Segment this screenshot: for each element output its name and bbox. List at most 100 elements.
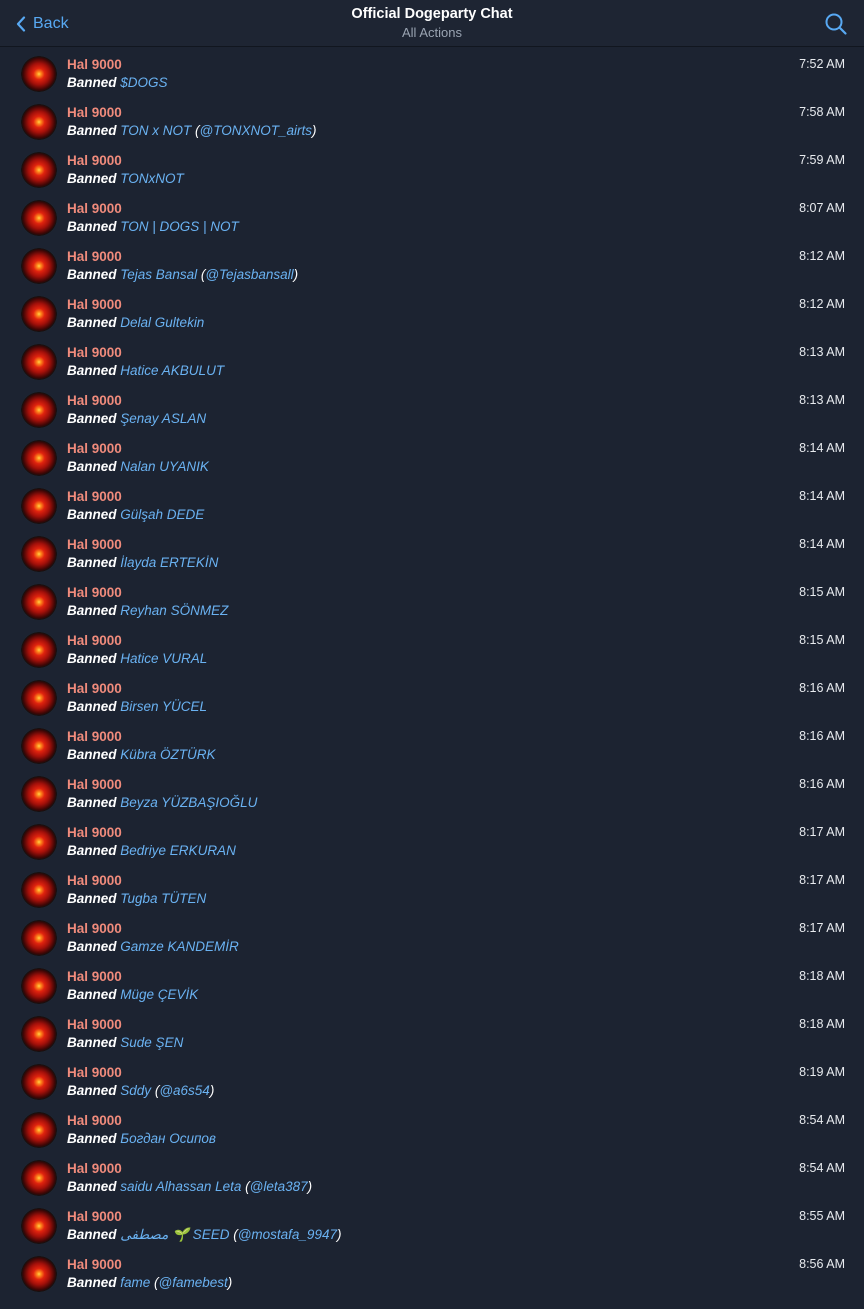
author-name[interactable]: Hal 9000 <box>67 105 122 121</box>
log-entry[interactable]: Hal 9000 Banned Богдан Осипов 8:54 AM <box>0 1104 864 1152</box>
author-name[interactable]: Hal 9000 <box>67 1065 122 1081</box>
log-entry[interactable]: Hal 9000 Banned Beyza YÜZBAŞIOĞLU 8:16 AM <box>0 768 864 816</box>
author-name[interactable]: Hal 9000 <box>67 249 122 265</box>
avatar[interactable] <box>21 824 57 860</box>
author-name[interactable]: Hal 9000 <box>67 297 122 313</box>
author-name[interactable]: Hal 9000 <box>67 441 122 457</box>
avatar[interactable] <box>21 872 57 908</box>
banned-user-link[interactable]: İlayda ERTEKİN <box>120 555 218 570</box>
log-entry[interactable]: Hal 9000 Banned $DOGS 7:52 AM <box>0 48 864 96</box>
username-link[interactable]: @TONXNOT_airts <box>200 123 312 138</box>
avatar[interactable] <box>21 296 57 332</box>
log-entry[interactable]: Hal 9000 Banned Bedriye ERKURAN 8:17 AM <box>0 816 864 864</box>
banned-user-link[interactable]: TONxNOT <box>120 171 184 186</box>
author-name[interactable]: Hal 9000 <box>67 777 122 793</box>
author-name[interactable]: Hal 9000 <box>67 57 122 73</box>
banned-user-link[interactable]: Birsen YÜCEL <box>120 699 207 714</box>
log-entry[interactable]: Hal 9000 Banned Birsen YÜCEL 8:16 AM <box>0 672 864 720</box>
avatar[interactable] <box>21 584 57 620</box>
author-name[interactable]: Hal 9000 <box>67 1017 122 1033</box>
log-entry[interactable]: Hal 9000 Banned Sddy (@a6s54) 8:19 AM <box>0 1056 864 1104</box>
log-entry[interactable]: Hal 9000 Banned TON | DOGS | NOT 8:07 AM <box>0 192 864 240</box>
avatar[interactable] <box>21 152 57 188</box>
author-name[interactable]: Hal 9000 <box>67 825 122 841</box>
avatar[interactable] <box>21 392 57 428</box>
avatar[interactable] <box>21 1208 57 1244</box>
search-button[interactable] <box>824 12 848 36</box>
avatar[interactable] <box>21 1016 57 1052</box>
author-name[interactable]: Hal 9000 <box>67 921 122 937</box>
banned-user-link[interactable]: Şenay ASLAN <box>120 411 206 426</box>
author-name[interactable]: Hal 9000 <box>67 1257 122 1273</box>
avatar[interactable] <box>21 200 57 236</box>
log-entry[interactable]: Hal 9000 Banned Tugba TÜTEN 8:17 AM <box>0 864 864 912</box>
banned-user-link[interactable]: Bedriye ERKURAN <box>120 843 236 858</box>
author-name[interactable]: Hal 9000 <box>67 1113 122 1129</box>
log-entry[interactable]: Hal 9000 Banned saidu Alhassan Leta (@let… <box>0 1152 864 1200</box>
author-name[interactable]: Hal 9000 <box>67 489 122 505</box>
username-link[interactable]: @famebest <box>159 1275 228 1290</box>
banned-user-link[interactable]: saidu Alhassan Leta <box>120 1179 241 1194</box>
author-name[interactable]: Hal 9000 <box>67 729 122 745</box>
banned-user-link[interactable]: Reyhan SÖNMEZ <box>120 603 228 618</box>
banned-user-link[interactable]: Богдан Осипов <box>120 1131 216 1146</box>
avatar[interactable] <box>21 1064 57 1100</box>
avatar[interactable] <box>21 344 57 380</box>
avatar[interactable] <box>21 1160 57 1196</box>
username-link[interactable]: @mostafa_9947 <box>238 1227 337 1242</box>
log-entry[interactable]: Hal 9000 Banned Gülşah DEDE 8:14 AM <box>0 480 864 528</box>
author-name[interactable]: Hal 9000 <box>67 873 122 889</box>
avatar[interactable] <box>21 680 57 716</box>
author-name[interactable]: Hal 9000 <box>67 1209 122 1225</box>
avatar[interactable] <box>21 536 57 572</box>
log-entry[interactable]: Hal 9000 Banned Reyhan SÖNMEZ 8:15 AM <box>0 576 864 624</box>
avatar[interactable] <box>21 968 57 1004</box>
username-link[interactable]: @Tejasbansall <box>205 267 293 282</box>
log-entry[interactable]: Hal 9000 Banned TONxNOT 7:59 AM <box>0 144 864 192</box>
avatar[interactable] <box>21 56 57 92</box>
banned-user-link[interactable]: Müge ÇEVİK <box>120 987 198 1002</box>
log-entry[interactable]: Hal 9000 Banned Hatice VURAL 8:15 AM <box>0 624 864 672</box>
banned-user-link[interactable]: Sddy <box>120 1083 151 1098</box>
avatar[interactable] <box>21 728 57 764</box>
banned-user-link[interactable]: Kübra ÖZTÜRK <box>120 747 215 762</box>
banned-user-link[interactable]: TON | DOGS | NOT <box>120 219 239 234</box>
avatar[interactable] <box>21 248 57 284</box>
log-entry[interactable]: Hal 9000 Banned Tejas Bansal (@Tejasbansa… <box>0 240 864 288</box>
banned-user-link[interactable]: Tejas Bansal <box>120 267 197 282</box>
avatar[interactable] <box>21 1256 57 1292</box>
author-name[interactable]: Hal 9000 <box>67 969 122 985</box>
username-link[interactable]: @a6s54 <box>159 1083 210 1098</box>
log-entry[interactable]: Hal 9000 Banned Şenay ASLAN 8:13 AM <box>0 384 864 432</box>
log-entry[interactable]: Hal 9000 Banned Nalan UYANIK 8:14 AM <box>0 432 864 480</box>
banned-user-link[interactable]: Beyza YÜZBAŞIOĞLU <box>120 795 257 810</box>
avatar[interactable] <box>21 1112 57 1148</box>
author-name[interactable]: Hal 9000 <box>67 633 122 649</box>
author-name[interactable]: Hal 9000 <box>67 393 122 409</box>
username-link[interactable]: @leta387 <box>250 1179 308 1194</box>
banned-user-link[interactable]: Hatice VURAL <box>120 651 207 666</box>
banned-user-link[interactable]: Tugba TÜTEN <box>120 891 206 906</box>
log-entry[interactable]: Hal 9000 Banned مصطفى 🌱 SEED (@mostafa_99… <box>0 1200 864 1248</box>
avatar[interactable] <box>21 488 57 524</box>
author-name[interactable]: Hal 9000 <box>67 1161 122 1177</box>
banned-user-link[interactable]: Delal Gultekin <box>120 315 204 330</box>
banned-user-link[interactable]: Sude ŞEN <box>120 1035 183 1050</box>
avatar[interactable] <box>21 776 57 812</box>
author-name[interactable]: Hal 9000 <box>67 153 122 169</box>
log-entry[interactable]: Hal 9000 Banned TON x NOT (@TONXNOT_airts… <box>0 96 864 144</box>
banned-user-link[interactable]: TON x NOT <box>120 123 191 138</box>
author-name[interactable]: Hal 9000 <box>67 585 122 601</box>
banned-user-link[interactable]: $DOGS <box>120 75 167 90</box>
log-entry[interactable]: Hal 9000 Banned Kübra ÖZTÜRK 8:16 AM <box>0 720 864 768</box>
banned-user-link[interactable]: Gamze KANDEMİR <box>120 939 239 954</box>
log-entry[interactable]: Hal 9000 Banned fame (@famebest) 8:56 AM <box>0 1248 864 1296</box>
author-name[interactable]: Hal 9000 <box>67 537 122 553</box>
log-entry[interactable]: Hal 9000 Banned Delal Gultekin 8:12 AM <box>0 288 864 336</box>
log-entry[interactable]: Hal 9000 Banned İlayda ERTEKİN 8:14 AM <box>0 528 864 576</box>
banned-user-link[interactable]: fame <box>120 1275 150 1290</box>
log-entry[interactable]: Hal 9000 Banned Gamze KANDEMİR 8:17 AM <box>0 912 864 960</box>
banned-user-link[interactable]: Gülşah DEDE <box>120 507 204 522</box>
avatar[interactable] <box>21 440 57 476</box>
log-entry[interactable]: Hal 9000 Banned Hatice AKBULUT 8:13 AM <box>0 336 864 384</box>
